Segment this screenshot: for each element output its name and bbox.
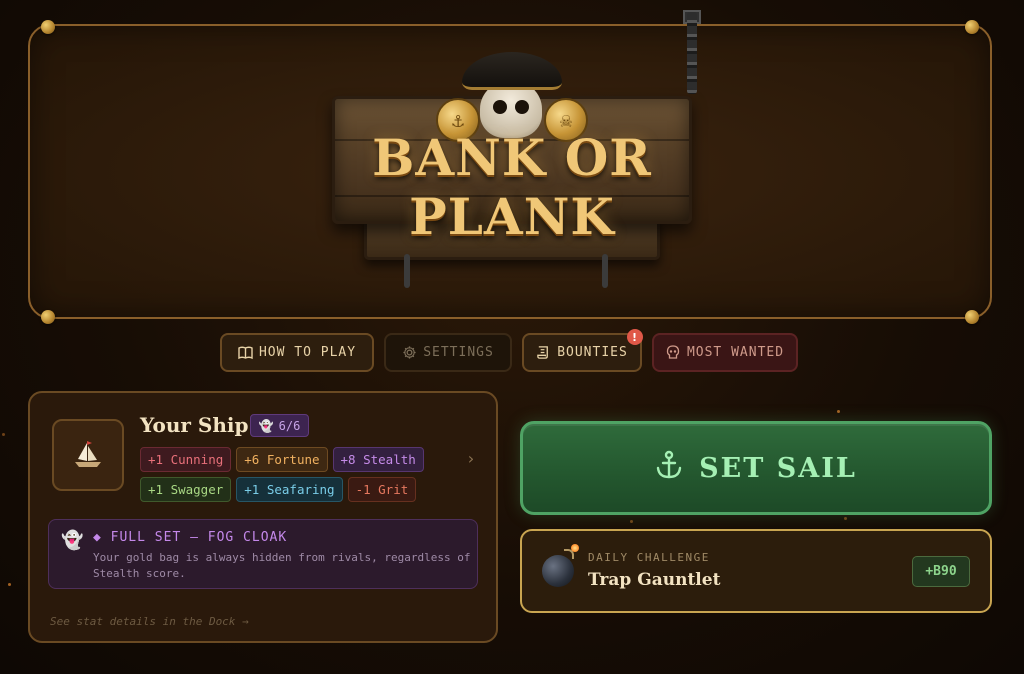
stat-list: +1 Cunning +6 Fortune +8 Stealth +1 Swag… (140, 447, 440, 502)
ember-spark (630, 520, 633, 523)
dock-hint-link[interactable]: See stat details in the Dock → (50, 615, 249, 628)
bounties-button[interactable]: BOUNTIES ! (522, 329, 643, 372)
set-bonus-description: Your gold bag is always hidden from riva… (93, 551, 471, 580)
gear-icon (402, 345, 417, 360)
ship-panel: Your Ship 👻 6/6 +1 Cunning +6 Fortune +8… (28, 391, 498, 643)
stat-swagger: +1 Swagger (140, 477, 232, 502)
notification-badge: ! (627, 329, 643, 345)
hook-icon (602, 254, 608, 288)
set-bonus-card: 👻 ◆ FULL SET — FOG CLOAK Your gold bag i… (48, 519, 478, 589)
stat-seafaring: +1 Seafaring (236, 477, 343, 502)
daily-challenge-title: Trap Gauntlet (588, 570, 721, 590)
anchor-icon (655, 450, 683, 487)
most-wanted-label: MOST WANTED (686, 345, 785, 360)
set-sail-label: SET SAIL (699, 452, 857, 484)
bounties-label: BOUNTIES (557, 345, 628, 360)
ship-title: Your Ship (140, 413, 249, 437)
rivet (965, 310, 979, 324)
game-logo: ⚓ ☠ BANK OR PLANK (330, 10, 701, 303)
set-count-badge: 👻 6/6 (250, 414, 309, 437)
ember-spark (2, 433, 5, 436)
sailboat-icon (52, 419, 124, 491)
logo-title: BANK OR PLANK (372, 128, 652, 246)
settings-button[interactable]: SETTINGS (384, 333, 512, 372)
title-banner: ⚓ ☠ BANK OR PLANK (28, 10, 992, 324)
stat-cunning: +1 Cunning (140, 447, 232, 472)
ghost-icon: 👻 (61, 530, 84, 551)
book-icon (238, 345, 253, 360)
chevron-right-icon[interactable]: › (466, 449, 476, 468)
skull-icon (666, 345, 681, 360)
set-count: 6/6 (278, 418, 301, 433)
stat-fortune: +6 Fortune (236, 447, 328, 472)
most-wanted-button[interactable]: MOST WANTED (652, 333, 798, 372)
set-bonus-title: ◆ FULL SET — FOG CLOAK (93, 530, 288, 545)
set-sail-button[interactable]: SET SAIL (520, 421, 992, 515)
fuse-spark (571, 544, 579, 552)
rivet (41, 20, 55, 34)
stat-grit: -1 Grit (347, 477, 417, 502)
reward-badge: +B90 (912, 556, 970, 587)
chain (687, 12, 697, 94)
bomb-icon (542, 555, 574, 587)
how-to-play-label: HOW TO PLAY (258, 345, 357, 360)
daily-challenge-label: DAILY CHALLENGE (588, 551, 710, 564)
scroll-icon (536, 345, 551, 360)
daily-challenge-card[interactable]: DAILY CHALLENGE Trap Gauntlet +B90 (520, 529, 992, 613)
hook-icon (404, 254, 410, 288)
stat-stealth: +8 Stealth (332, 447, 424, 472)
rivet (965, 20, 979, 34)
ember-spark (837, 410, 840, 413)
ember-spark (8, 583, 11, 586)
settings-label: SETTINGS (423, 345, 494, 360)
how-to-play-button[interactable]: HOW TO PLAY (220, 333, 374, 372)
rivet (41, 310, 55, 324)
ghost-icon: 👻 (258, 418, 274, 433)
pirate-hat-icon (462, 52, 562, 90)
ember-spark (844, 517, 847, 520)
